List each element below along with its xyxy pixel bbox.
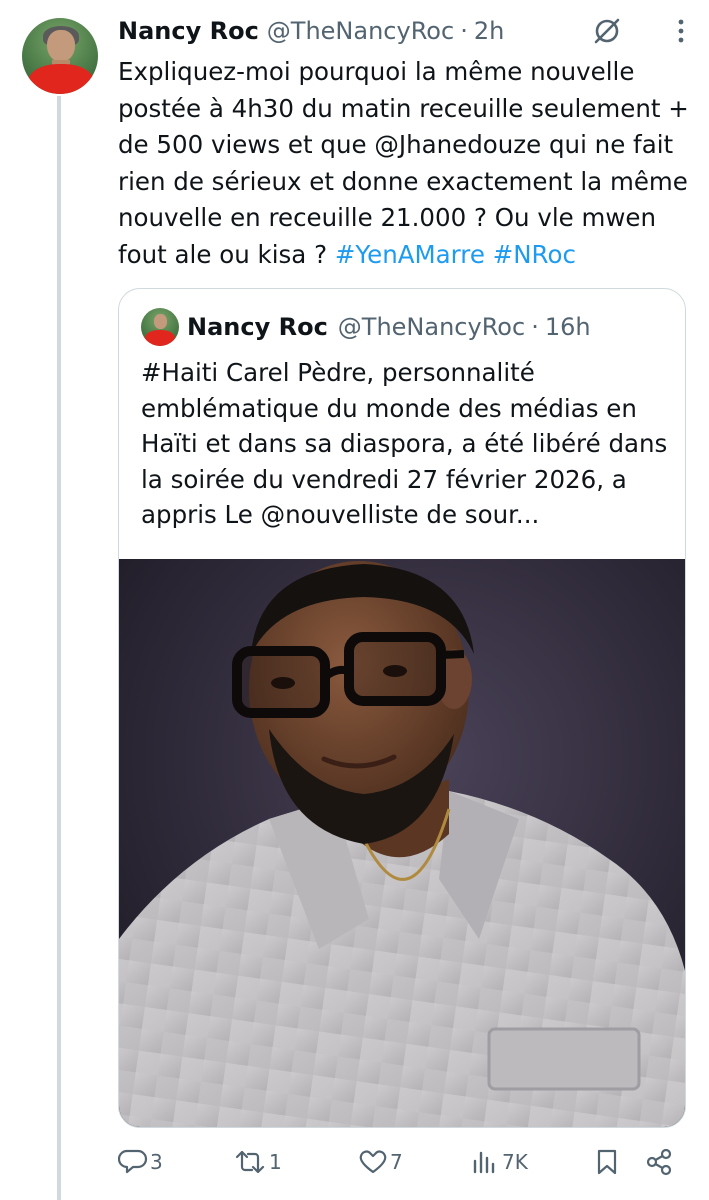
quoted-separator-dot: · [531, 313, 539, 341]
quoted-author-handle: @TheNancyRoc [337, 313, 526, 341]
quoted-tweet-card[interactable]: Nancy Roc @TheNancyRoc · 16h #Haiti Care… [118, 288, 686, 1128]
hashtag-nroc[interactable]: #NRoc [493, 240, 576, 269]
quoted-tweet-header: Nancy Roc @TheNancyRoc · 16h [187, 311, 591, 343]
tweet-text: Expliquez-moi pourquoi la même nouvelle … [118, 54, 702, 273]
like-button[interactable]: 7 [358, 1142, 403, 1182]
reply-count: 3 [150, 1150, 163, 1174]
views-button[interactable]: 7K [470, 1142, 528, 1182]
tweet-header: Nancy Roc @TheNancyRoc · 2h [118, 14, 504, 48]
author-avatar[interactable] [22, 18, 98, 94]
like-count: 7 [390, 1150, 403, 1174]
tweet-body: Expliquez-moi pourquoi la même nouvelle … [118, 57, 689, 269]
bookmark-button[interactable] [592, 1142, 622, 1182]
quoted-tweet-time: 16h [544, 313, 591, 341]
heart-icon [359, 1150, 387, 1174]
quoted-tweet-photo[interactable] [119, 559, 685, 1127]
thread-line [57, 96, 61, 1200]
repost-count: 1 [269, 1150, 282, 1174]
bookmark-icon [597, 1149, 617, 1175]
repost-button[interactable]: 1 [233, 1142, 282, 1182]
grok-icon[interactable] [590, 14, 624, 48]
quoted-author-name: Nancy Roc [187, 313, 328, 341]
quoted-author-avatar [141, 308, 179, 346]
share-icon [646, 1148, 672, 1176]
more-dots-icon[interactable] [664, 14, 698, 48]
views-chart-icon [473, 1151, 495, 1174]
share-button[interactable] [644, 1142, 674, 1182]
author-name[interactable]: Nancy Roc [118, 17, 259, 45]
reply-button[interactable]: 3 [118, 1142, 163, 1182]
action-bar: 3 1 7 7K [118, 1142, 702, 1182]
author-handle[interactable]: @TheNancyRoc [267, 17, 454, 45]
hashtag-yenamarre[interactable]: #YenAMarre [335, 240, 485, 269]
quoted-tweet-text: #Haiti Carel Pèdre, personnalité embléma… [141, 358, 668, 529]
portrait-illustration [119, 559, 685, 1127]
repost-icon [235, 1150, 265, 1174]
views-count: 7K [502, 1150, 528, 1174]
tweet-time[interactable]: 2h [474, 17, 504, 45]
separator-dot: · [460, 17, 468, 45]
reply-icon [118, 1149, 148, 1174]
